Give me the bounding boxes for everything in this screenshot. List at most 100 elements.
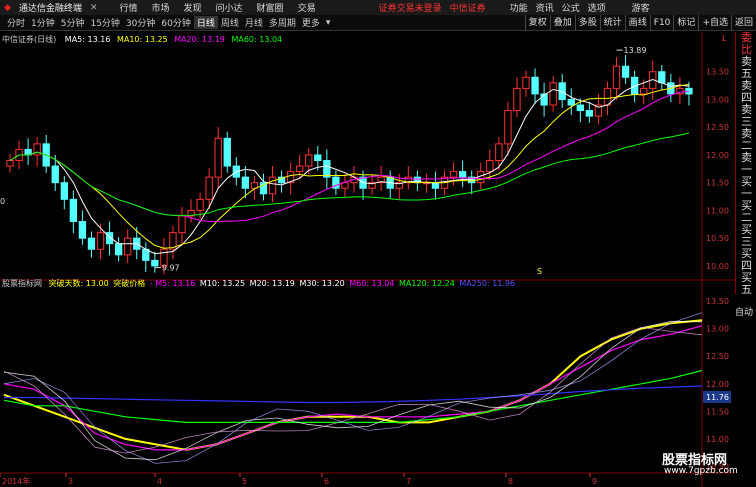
app-logo-icon: ◆ [4,2,11,13]
quote-label-sell4: 卖四 [741,79,752,104]
main-y-tick: 13.00 [706,95,729,104]
menu-xuanxiang[interactable]: 选项 [584,1,610,14]
guest-label[interactable]: 游客 [628,1,654,14]
watermark: 股票指标网 www.7gpzb.com [660,449,756,481]
quote-label-sell3: 卖三 [741,103,752,128]
period-daily[interactable]: 日线 [193,16,218,29]
main-y-tick: 12.00 [706,151,729,160]
tool-diejia[interactable]: 叠加 [549,15,575,31]
period-15min[interactable]: 15分钟 [87,16,122,29]
period-1min[interactable]: 1分钟 [28,16,58,29]
ma10-label: MA10: 13.25 [116,35,168,44]
indicator-line-MA250 [4,385,703,404]
param-price: 突破价格 [113,279,146,288]
app-title: 通达信金融终端 [18,4,82,14]
indicator-avg-line [3,312,703,464]
x-axis-tick: 4 [157,477,162,486]
param-m5: - M5: 13.16 [149,279,196,288]
indicator-line-MA120 [3,369,703,423]
candle-body [323,160,331,178]
candle-body [305,154,313,167]
candle-body [576,104,584,112]
candle-body [513,87,521,112]
candle-body [621,65,630,78]
tool-f10[interactable]: F10 [649,15,674,31]
chart-area[interactable]: 13.50 13.00 12.50 12.00 11.50 11.00 10.50 10.00… [0,32,735,487]
candle-body [124,237,132,256]
main-y-tick: 12.50 [706,123,729,132]
quote-label-buy4: 买四 [741,247,752,272]
main-chart-caption: 中信证券(日线) MA5: 13.16 MA10: 13.25 MA20: 13… [2,34,282,45]
left-edge-value: 0 [0,197,5,206]
menu-gongshi[interactable]: 公式 [558,1,584,14]
candle-body [114,243,123,256]
x-axis-tick: 7 [406,477,411,486]
candle-body [268,176,277,195]
nav-shichang[interactable]: 市场 [148,1,174,14]
menu-zixun[interactable]: 资讯 [532,1,558,14]
x-axis-tick: 3 [68,477,73,486]
nav-caifuquan[interactable]: 财富圈 [253,1,288,14]
x-axis-tick: 9 [592,477,597,486]
chevron-down-icon[interactable]: ▾ [323,18,334,28]
quote-label-buy2: 买二 [741,199,752,224]
period-fenshi[interactable]: 分时 [4,16,28,29]
current-badge-label: 11.76 [706,393,729,402]
param-m30: M30: 13.20 [299,279,345,288]
candle-body [96,232,105,250]
tool-huaxian[interactable]: 画线 [624,15,650,31]
nav-jiaoyi[interactable]: 交易 [294,1,320,14]
period-weekly[interactable]: 周线 [218,16,242,29]
candle-body [567,98,575,106]
menu-gongneng[interactable]: 功能 [506,1,532,14]
indicator-name[interactable]: 股票指标网 [2,279,42,288]
param-ma120: MA120: 12.24 [399,279,455,288]
period-30min[interactable]: 30分钟 [123,16,158,29]
auto-scale-button[interactable]: 自动 [735,305,756,318]
param-m10: M10: 13.25 [199,279,246,288]
period-5min[interactable]: 5分钟 [58,16,88,29]
high-label: 13.89 [624,46,647,55]
candle-body [78,221,87,239]
candle-body [495,143,503,161]
main-y-tick: 11.00 [706,206,729,215]
indicator-y-tick: 13.00 [706,325,729,334]
watermark-url: www.7gpzb.com [664,466,738,476]
candle-body [522,76,530,89]
tool-fuquan[interactable]: 复权 [524,15,550,31]
tool-back[interactable]: 返回 [730,15,756,31]
nav-faxian[interactable]: 发现 [180,1,206,14]
x-axis-tick: 5 [242,477,247,486]
period-multi[interactable]: 多周期 [266,16,299,29]
ma20-label: MA20: 13.19 [174,35,225,44]
main-y-tick: 13.50 [706,68,729,77]
s-marker: S [537,267,542,276]
tool-biaoji[interactable]: 标记 [673,15,698,31]
candle-body [486,160,494,173]
period-60min[interactable]: 60分钟 [158,16,193,29]
close-icon[interactable]: ✕ [86,3,102,13]
tool-duogu[interactable]: 多股 [574,15,600,31]
tool-add-watch[interactable]: +自选 [698,15,731,31]
candle-body [612,65,621,89]
period-monthly[interactable]: 月线 [242,16,266,29]
broker-name: 中信证券 [449,4,486,14]
candle-body [60,182,68,200]
candle-body [531,76,539,95]
tool-tongji[interactable]: 统计 [599,15,625,31]
chart-toolbar: 复权 叠加 多股 统计 画线 F10 标记 +自选 返回 [524,15,756,31]
quote-label-buy1: 买一 [741,175,752,200]
indicator-y-tick: 13.50 [706,297,729,306]
main-y-tick: 10.50 [706,234,729,243]
candle-body [449,171,458,178]
candle-body [658,71,666,84]
quote-label-weibi: 委比 [741,32,752,56]
param-ma250: MA250: 11.96 [459,279,516,288]
quote-label-buy3: 买三 [741,223,752,248]
title-bar: ◆ 通达信金融终端 ✕ 行情 市场 发现 问小达 财富圈 交易 证券交易未登录 … [0,0,756,15]
period-more[interactable]: 更多 [299,16,323,29]
nav-wenxiaoda[interactable]: 问小达 [212,1,247,14]
nav-hangqing[interactable]: 行情 [115,1,141,14]
candle-body [205,176,213,200]
login-notice[interactable]: 证券交易未登录 [375,1,446,14]
